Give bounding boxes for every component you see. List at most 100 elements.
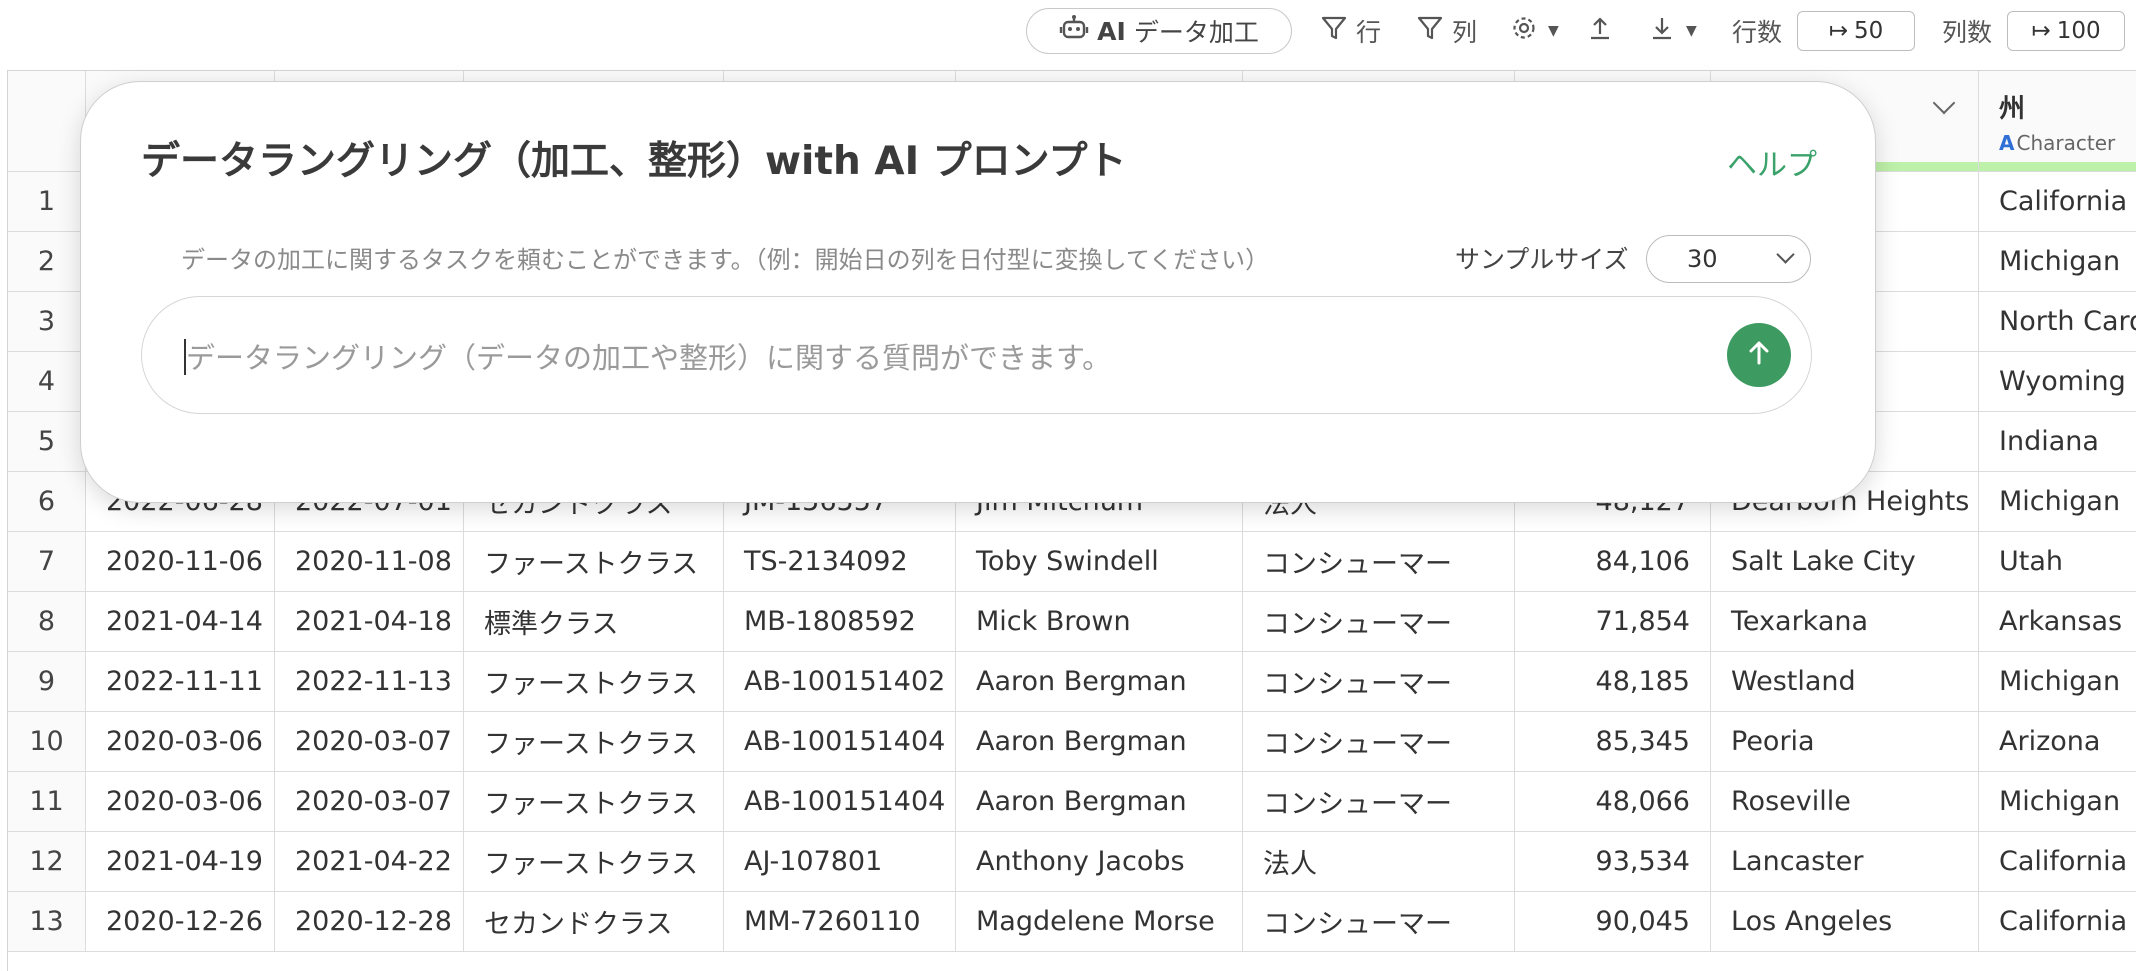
table-cell[interactable]: Roseville — [1711, 772, 1979, 831]
prompt-input[interactable]: データラングリング（データの加工や整形）に関する質問ができます。 — [141, 296, 1812, 414]
table-cell[interactable]: 2021-04-14 — [86, 592, 275, 651]
filter-rows-button[interactable]: 行 — [1320, 11, 1381, 51]
table-cell[interactable]: ファーストクラス — [464, 772, 724, 831]
table-cell[interactable]: Wyoming — [1979, 352, 2136, 411]
table-cell[interactable]: Indiana — [1979, 412, 2136, 471]
table-cell[interactable]: 2021-04-22 — [275, 832, 464, 891]
table-row[interactable]: 7 2020-11-06 2020-11-08 ファーストクラス TS-2134092 T… — [8, 532, 2136, 592]
chevron-down-icon[interactable] — [1932, 91, 1956, 115]
table-cell[interactable]: Michigan — [1979, 472, 2136, 531]
row-number: 6 — [8, 472, 86, 531]
row-number: 10 — [8, 712, 86, 771]
table-cell[interactable]: Mick Brown — [956, 592, 1243, 651]
help-link[interactable]: ヘルプ — [1727, 140, 1817, 184]
table-cell[interactable]: コンシューマー — [1243, 772, 1515, 831]
table-row[interactable]: 12 2021-04-19 2021-04-22 ファーストクラス AJ-107801 A… — [8, 832, 2136, 892]
table-cell[interactable]: Aaron Bergman — [956, 712, 1243, 771]
table-cell[interactable]: California — [1979, 832, 2136, 891]
ai-data-processing-button[interactable]: AI データ加工 — [1026, 8, 1292, 54]
table-cell[interactable]: 90,045 — [1515, 892, 1711, 951]
column-type: A Character — [1999, 131, 2115, 155]
table-cell[interactable]: コンシューマー — [1243, 652, 1515, 711]
table-cell[interactable]: 2022-11-11 — [86, 652, 275, 711]
table-cell[interactable]: ファーストクラス — [464, 532, 724, 591]
table-cell[interactable]: California — [1979, 892, 2136, 951]
table-cell[interactable]: ファーストクラス — [464, 832, 724, 891]
table-cell[interactable]: 2020-03-06 — [86, 712, 275, 771]
table-row[interactable]: 11 2020-03-06 2020-03-07 ファーストクラス AB-1001514… — [8, 772, 2136, 832]
table-cell[interactable]: Michigan — [1979, 772, 2136, 831]
table-cell[interactable]: ファーストクラス — [464, 712, 724, 771]
table-cell[interactable]: Arkansas — [1979, 592, 2136, 651]
table-cell[interactable]: 2020-03-07 — [275, 712, 464, 771]
ai-label: データ加工 — [1133, 18, 1259, 47]
download-menu-button[interactable]: ▼ — [1648, 11, 1697, 51]
table-cell[interactable]: Peoria — [1711, 712, 1979, 771]
table-cell[interactable]: Michigan — [1979, 232, 2136, 291]
table-cell[interactable]: 2020-03-06 — [86, 772, 275, 831]
row-number: 12 — [8, 832, 86, 891]
table-cell[interactable]: Aaron Bergman — [956, 652, 1243, 711]
table-cell[interactable]: MB-1808592 — [724, 592, 956, 651]
table-cell[interactable]: 93,534 — [1515, 832, 1711, 891]
table-cell[interactable]: 48,066 — [1515, 772, 1711, 831]
table-cell[interactable]: TS-2134092 — [724, 532, 956, 591]
table-cell[interactable]: Anthony Jacobs — [956, 832, 1243, 891]
table-cell[interactable]: 法人 — [1243, 832, 1515, 891]
arrow-up-icon — [1744, 338, 1774, 372]
table-cell[interactable]: Michigan — [1979, 652, 2136, 711]
table-cell[interactable]: Utah — [1979, 532, 2136, 591]
table-cell[interactable]: 2020-03-07 — [275, 772, 464, 831]
table-cell[interactable]: 2020-12-28 — [275, 892, 464, 951]
table-cell[interactable]: 85,345 — [1515, 712, 1711, 771]
table-cell[interactable]: AB-100151404 — [724, 772, 956, 831]
table-cell[interactable]: MM-7260110 — [724, 892, 956, 951]
table-row[interactable]: 9 2022-11-11 2022-11-13 ファーストクラス AB-10015140… — [8, 652, 2136, 712]
row-count-input[interactable]: ↦ 50 — [1797, 11, 1915, 51]
table-cell[interactable]: Aaron Bergman — [956, 772, 1243, 831]
dialog-title: データラングリング（加工、整形）with AI プロンプト — [141, 139, 1127, 184]
table-cell[interactable]: ファーストクラス — [464, 652, 724, 711]
table-cell[interactable]: コンシューマー — [1243, 592, 1515, 651]
sample-size-select[interactable]: 30 — [1646, 235, 1811, 283]
table-row[interactable]: 8 2021-04-14 2021-04-18 標準クラス MB-1808592 Mick… — [8, 592, 2136, 652]
table-cell[interactable]: 84,106 — [1515, 532, 1711, 591]
upload-button[interactable] — [1586, 11, 1614, 51]
table-cell[interactable]: 71,854 — [1515, 592, 1711, 651]
table-cell[interactable]: AB-100151402 — [724, 652, 956, 711]
table-cell[interactable]: Los Angeles — [1711, 892, 1979, 951]
settings-menu-button[interactable]: ▼ — [1510, 11, 1559, 51]
column-header-name: 州 — [1999, 93, 2026, 124]
table-cell[interactable]: コンシューマー — [1243, 892, 1515, 951]
table-cell[interactable]: California — [1979, 172, 2136, 231]
table-cell[interactable]: 2021-04-19 — [86, 832, 275, 891]
table-cell[interactable]: 標準クラス — [464, 592, 724, 651]
table-cell[interactable]: 2020-12-26 — [86, 892, 275, 951]
table-cell[interactable]: AB-100151404 — [724, 712, 956, 771]
filter-columns-button[interactable]: 列 — [1416, 11, 1477, 51]
table-cell[interactable]: Lancaster — [1711, 832, 1979, 891]
table-row[interactable]: 10 2020-03-06 2020-03-07 ファーストクラス AB-1001514… — [8, 712, 2136, 772]
table-cell[interactable]: Arizona — [1979, 712, 2136, 771]
column-type-label: Character — [2016, 130, 2116, 155]
table-cell[interactable]: AJ-107801 — [724, 832, 956, 891]
send-button[interactable] — [1727, 323, 1791, 387]
table-cell[interactable]: 2020-11-06 — [86, 532, 275, 591]
table-cell[interactable]: コンシューマー — [1243, 532, 1515, 591]
table-cell[interactable]: Magdelene Morse — [956, 892, 1243, 951]
table-row[interactable]: 13 2020-12-26 2020-12-28 セカンドクラス MM-7260110 M… — [8, 892, 2136, 952]
table-cell[interactable]: 48,185 — [1515, 652, 1711, 711]
table-cell[interactable]: 2022-11-13 — [275, 652, 464, 711]
table-cell[interactable]: 2020-11-08 — [275, 532, 464, 591]
table-cell[interactable]: Salt Lake City — [1711, 532, 1979, 591]
column-count-input[interactable]: ↦ 100 — [2007, 11, 2125, 51]
table-cell[interactable]: Toby Swindell — [956, 532, 1243, 591]
table-cell[interactable]: Westland — [1711, 652, 1979, 711]
table-cell[interactable]: セカンドクラス — [464, 892, 724, 951]
column-header-state[interactable]: 州 A Character — [1979, 71, 2136, 171]
table-cell[interactable]: Texarkana — [1711, 592, 1979, 651]
filter-rows-label: 行 — [1356, 18, 1382, 47]
table-cell[interactable]: コンシューマー — [1243, 712, 1515, 771]
table-cell[interactable]: 2021-04-18 — [275, 592, 464, 651]
table-cell[interactable]: North Caro — [1979, 292, 2136, 351]
